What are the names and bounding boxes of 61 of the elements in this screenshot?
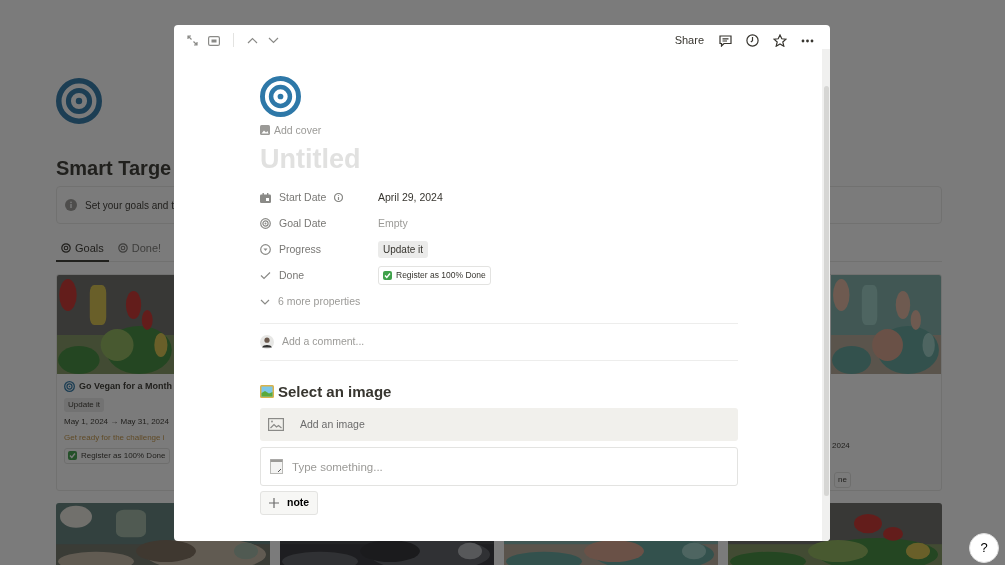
add-image-button[interactable]: Add an image bbox=[260, 408, 738, 442]
info-icon bbox=[65, 199, 77, 211]
done-button[interactable]: Register as 100% Done bbox=[378, 266, 491, 285]
chevron-down-icon bbox=[260, 298, 270, 305]
comments-button[interactable] bbox=[716, 32, 735, 48]
target-icon bbox=[260, 218, 271, 230]
favorite-button[interactable] bbox=[770, 32, 790, 48]
property-label: Start Date bbox=[279, 189, 327, 205]
target-icon bbox=[64, 381, 75, 393]
info-icon bbox=[334, 193, 344, 203]
scrollbar[interactable] bbox=[822, 49, 830, 541]
clock-icon bbox=[746, 34, 759, 48]
date-range: 2024 bbox=[832, 441, 850, 450]
done-tag[interactable]: ne bbox=[834, 472, 851, 488]
property-value[interactable]: Empty bbox=[378, 215, 408, 232]
avatar-icon bbox=[260, 334, 274, 349]
scrollbar-thumb[interactable] bbox=[824, 86, 829, 496]
property-value[interactable]: April 29, 2024 bbox=[378, 189, 443, 206]
view-tab[interactable]: Done! bbox=[112, 234, 167, 262]
view-tab[interactable]: Goals bbox=[56, 234, 109, 262]
date-range: May 1, 2024 → May 31, 2024 bbox=[64, 416, 169, 426]
picture-icon bbox=[260, 385, 274, 399]
calendar-icon bbox=[260, 192, 271, 203]
target-icon bbox=[56, 78, 102, 124]
share-button[interactable]: Share bbox=[670, 31, 708, 49]
done-tag[interactable]: Register as 100% Done bbox=[64, 447, 170, 464]
expand-button[interactable] bbox=[184, 32, 201, 48]
target-icon bbox=[260, 76, 301, 117]
status-tag[interactable]: Update it bbox=[378, 241, 429, 259]
star-icon bbox=[773, 34, 787, 48]
help-button[interactable]: ? bbox=[969, 533, 999, 563]
check-icon bbox=[260, 271, 271, 281]
target-icon bbox=[117, 243, 128, 253]
progress-tag: Update it bbox=[64, 397, 105, 412]
property-label: Goal Date bbox=[279, 215, 327, 231]
note-field[interactable]: Type something... bbox=[260, 447, 738, 487]
property-label: Done bbox=[279, 267, 305, 283]
add-cover-button[interactable]: Add cover bbox=[260, 125, 322, 136]
checkbox-icon bbox=[68, 451, 77, 460]
section-heading: Select an image bbox=[278, 381, 392, 402]
chevron-up-icon bbox=[247, 37, 258, 45]
chevron-down-icon bbox=[268, 37, 279, 45]
property-label: Progress bbox=[279, 241, 321, 257]
notepad-icon bbox=[270, 459, 283, 475]
add-note-button[interactable]: note bbox=[260, 491, 319, 515]
more-icon bbox=[801, 38, 814, 43]
page-title: Smart Targe bbox=[56, 156, 172, 180]
comment-icon bbox=[719, 34, 732, 47]
plus-icon bbox=[269, 497, 279, 508]
card-title: Go Vegan for a Month bbox=[79, 380, 172, 393]
target-icon bbox=[61, 243, 71, 253]
image-icon bbox=[268, 418, 284, 432]
panel-icon bbox=[208, 35, 220, 46]
callout-text: Set your goals and t bbox=[85, 198, 174, 213]
card-note: Get ready for the challenge i bbox=[64, 432, 165, 442]
checkbox-icon bbox=[383, 271, 392, 281]
image-icon bbox=[260, 125, 270, 136]
status-icon bbox=[260, 244, 271, 256]
comment-field[interactable]: Add a comment... bbox=[282, 333, 365, 350]
expand-icon bbox=[187, 35, 198, 47]
history-button[interactable] bbox=[743, 32, 762, 48]
